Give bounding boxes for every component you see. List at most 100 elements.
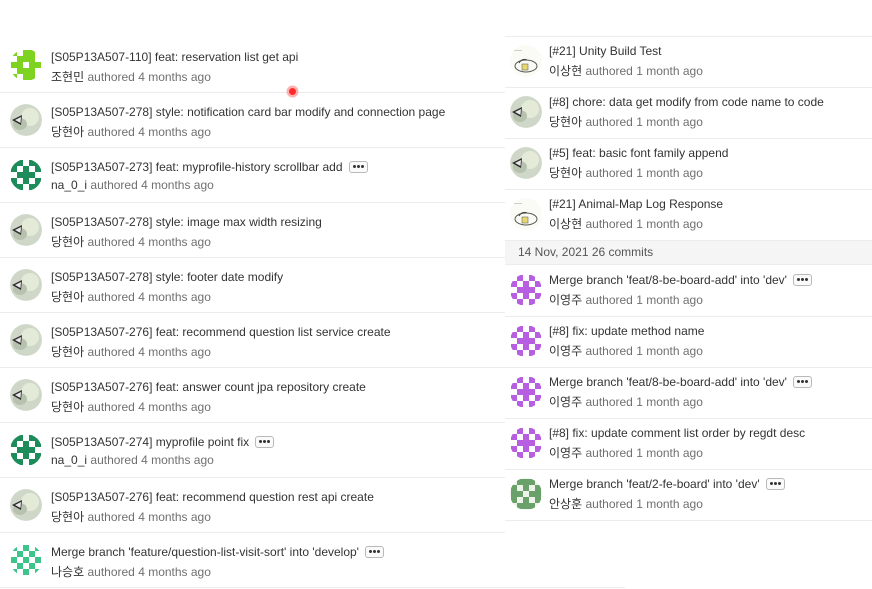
commit-author-link[interactable]: 조현민: [51, 70, 84, 84]
commit-title-link[interactable]: [#8] fix: update method name: [549, 324, 704, 338]
commit-title-link[interactable]: [S05P13A507-273] feat: myprofile-history…: [51, 160, 343, 174]
commit-title-line: Merge branch 'feat/8-be-board-add' into …: [549, 273, 812, 287]
avatar[interactable]: [510, 147, 542, 179]
commit-title-link[interactable]: [S05P13A507-278] style: notification car…: [51, 105, 445, 119]
commit-title-link[interactable]: [S05P13A507-276] feat: answer count jpa …: [51, 380, 366, 394]
commit-title-link[interactable]: [#21] Unity Build Test: [549, 44, 662, 58]
commit-title-line: [S05P13A507-276] feat: recommend questio…: [51, 490, 374, 504]
commit-author-link[interactable]: 이영주: [549, 446, 582, 460]
authored-label: authored: [87, 565, 135, 579]
commit-title-link[interactable]: [S05P13A507-278] style: footer date modi…: [51, 270, 283, 284]
authored-label: authored: [87, 290, 135, 304]
commit-author-link[interactable]: 당현아: [51, 125, 84, 139]
commit-title-link[interactable]: [S05P13A507-110] feat: reservation list …: [51, 50, 298, 64]
avatar[interactable]: ᵕᵕᵕᵕ: [510, 198, 542, 230]
commit-row[interactable]: Merge branch 'feat/8-be-board-add' into …: [505, 368, 872, 419]
commit-time: 4 months ago: [141, 453, 214, 467]
commit-author-link[interactable]: 당현아: [51, 510, 84, 524]
commit-author-link[interactable]: 안상훈: [549, 497, 582, 511]
commit-row[interactable]: [S05P13A507-276] feat: recommend questio…: [0, 313, 505, 368]
commit-meta: 당현아 authored 4 months ago: [51, 233, 211, 250]
commit-title-link[interactable]: Merge branch 'feature/question-list-visi…: [51, 545, 359, 559]
commit-author-link[interactable]: 나승호: [51, 565, 84, 579]
commit-row[interactable]: [S05P13A507-276] feat: recommend questio…: [0, 478, 505, 533]
commit-row[interactable]: ᵕᵕᵕᵕ [#21] Animal-Map Log Response 이상현 aut…: [505, 190, 872, 241]
commit-row[interactable]: [S05P13A507-276] feat: answer count jpa …: [0, 368, 505, 423]
commit-title-link[interactable]: [#5] feat: basic font family append: [549, 146, 728, 160]
commit-time: 4 months ago: [141, 178, 214, 192]
commit-author-link[interactable]: 이상현: [549, 64, 582, 78]
commit-meta: na_0_i authored 4 months ago: [51, 453, 214, 467]
avatar[interactable]: [510, 427, 542, 459]
commit-row[interactable]: Merge branch 'feature/question-list-visi…: [0, 533, 505, 588]
expand-message-ellipsis-icon[interactable]: [255, 435, 275, 448]
commit-author-link[interactable]: 당현아: [549, 115, 582, 129]
expand-message-ellipsis-icon[interactable]: [792, 273, 812, 286]
commit-row[interactable]: [S05P13A507-278] style: footer date modi…: [0, 258, 505, 313]
commit-row[interactable]: [#8] fix: update method name 이영주 authored…: [505, 317, 872, 368]
avatar[interactable]: [10, 434, 42, 466]
commit-time: 1 month ago: [636, 395, 703, 409]
commit-title-line: [#5] feat: basic font family append: [549, 146, 728, 160]
commit-author-link[interactable]: 당현아: [51, 290, 84, 304]
commit-row[interactable]: Merge branch 'feat/2-fe-board' into 'dev…: [505, 470, 872, 521]
commit-author-link[interactable]: na_0_i: [51, 178, 87, 192]
avatar[interactable]: [10, 324, 42, 356]
commit-title-link[interactable]: [S05P13A507-276] feat: recommend questio…: [51, 325, 391, 339]
commit-author-link[interactable]: 당현아: [51, 235, 84, 249]
commit-row[interactable]: [S05P13A507-278] style: notification car…: [0, 93, 505, 148]
commit-title-link[interactable]: [#8] fix: update comment list order by r…: [549, 426, 805, 440]
expand-message-ellipsis-icon[interactable]: [348, 160, 368, 173]
commit-author-link[interactable]: 이영주: [549, 293, 582, 307]
commit-title-link[interactable]: Merge branch 'feat/8-be-board-add' into …: [549, 273, 787, 287]
avatar[interactable]: [10, 214, 42, 246]
commit-title-link[interactable]: Merge branch 'feat/8-be-board-add' into …: [549, 375, 787, 389]
expand-message-ellipsis-icon[interactable]: [792, 375, 812, 388]
commit-author-link[interactable]: 당현아: [51, 400, 84, 414]
commit-author-link[interactable]: 당현아: [549, 166, 582, 180]
commit-row[interactable]: Merge branch 'feat/8-be-board-add' into …: [505, 266, 872, 317]
avatar[interactable]: [510, 274, 542, 306]
avatar[interactable]: [510, 325, 542, 357]
commit-title-link[interactable]: [S05P13A507-276] feat: recommend questio…: [51, 490, 374, 504]
commit-author-link[interactable]: 이영주: [549, 344, 582, 358]
avatar[interactable]: [510, 96, 542, 128]
commit-title-link[interactable]: [S05P13A507-274] myprofile point fix: [51, 435, 249, 449]
commit-title-link[interactable]: Merge branch 'feat/2-fe-board' into 'dev…: [549, 477, 760, 491]
avatar[interactable]: [10, 489, 42, 521]
avatar[interactable]: ᵕᵕᵕᵕ: [510, 45, 542, 77]
commit-row[interactable]: [S05P13A507-278] style: image max width …: [0, 203, 505, 258]
divider: [0, 587, 625, 588]
expand-message-ellipsis-icon[interactable]: [364, 545, 384, 558]
commit-row[interactable]: [S05P13A507-273] feat: myprofile-history…: [0, 148, 505, 203]
avatar[interactable]: [510, 478, 542, 510]
avatar[interactable]: [510, 376, 542, 408]
avatar[interactable]: [10, 544, 42, 576]
commit-title-link[interactable]: [#8] chore: data get modify from code na…: [549, 95, 824, 109]
expand-message-ellipsis-icon[interactable]: [765, 477, 785, 490]
commit-title-link[interactable]: [S05P13A507-278] style: image max width …: [51, 215, 322, 229]
commit-title-line: [S05P13A507-274] myprofile point fix: [51, 435, 275, 449]
commit-author-link[interactable]: 이상현: [549, 217, 582, 231]
commit-title-link[interactable]: [#21] Animal-Map Log Response: [549, 197, 723, 211]
authored-label: authored: [585, 293, 633, 307]
commit-row[interactable]: [S05P13A507-110] feat: reservation list …: [0, 38, 505, 93]
commit-author-link[interactable]: 이영주: [549, 395, 582, 409]
commit-row[interactable]: [#8] fix: update comment list order by r…: [505, 419, 872, 470]
commit-meta: 당현아 authored 4 months ago: [51, 123, 211, 140]
commit-title-line: [S05P13A507-276] feat: recommend questio…: [51, 325, 391, 339]
commit-time: 1 month ago: [636, 446, 703, 460]
commit-row[interactable]: [#8] chore: data get modify from code na…: [505, 88, 872, 139]
commit-time: 1 month ago: [636, 115, 703, 129]
avatar[interactable]: [10, 379, 42, 411]
commit-row[interactable]: [S05P13A507-274] myprofile point fix na_0…: [0, 423, 505, 478]
avatar[interactable]: [10, 159, 42, 191]
commit-author-link[interactable]: na_0_i: [51, 453, 87, 467]
commit-title-line: [#8] fix: update method name: [549, 324, 704, 338]
commit-author-link[interactable]: 당현아: [51, 345, 84, 359]
commit-row[interactable]: ᵕᵕᵕᵕ [#21] Unity Build Test 이상현 authored 1…: [505, 37, 872, 88]
commit-row[interactable]: [#5] feat: basic font family append 당현아 a…: [505, 139, 872, 190]
avatar[interactable]: [10, 269, 42, 301]
avatar[interactable]: [10, 49, 42, 81]
avatar[interactable]: [10, 104, 42, 136]
